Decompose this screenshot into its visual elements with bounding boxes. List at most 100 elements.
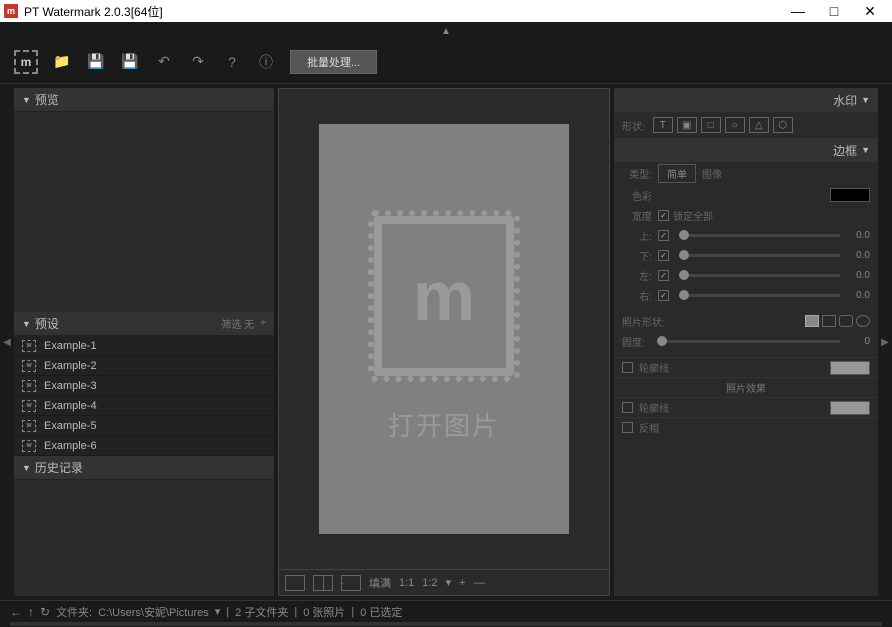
collapse-top-arrow[interactable]: ▲ (0, 22, 892, 40)
view-split-h-icon[interactable] (341, 575, 361, 591)
maximize-button[interactable]: □ (816, 0, 852, 22)
corner-rect-icon[interactable] (805, 315, 819, 327)
save-icon[interactable]: 💾 (86, 52, 106, 72)
slider-thumb[interactable] (679, 290, 689, 300)
zoom-out-icon[interactable]: — (474, 577, 485, 589)
shape-image-icon[interactable]: ▣ (677, 117, 697, 133)
corner-square-icon[interactable] (822, 315, 836, 327)
help-icon[interactable]: ? (222, 52, 242, 72)
open-folder-icon[interactable]: 📁 (52, 52, 72, 72)
stamp-icon: m (374, 216, 514, 376)
statusbar: ← ↑ ↻ 文件夹: C:\Users\安妮\Pictures ▾ | 2 子文… (0, 600, 892, 622)
preview-header[interactable]: ▼ 预览 (14, 88, 274, 112)
nav-back-icon[interactable]: ← (10, 605, 22, 619)
bottom-scrollbar[interactable] (10, 622, 882, 626)
blur-color[interactable] (830, 401, 870, 415)
invert-checkbox[interactable] (622, 422, 633, 433)
right-panel: 水印 ▼ 形状: T ▣ □ ○ △ ⬡ 边框 ▼ 类型: 简单 图像 色彩 (614, 88, 878, 596)
watermark-label: 水印 (833, 92, 857, 109)
slider-thumb[interactable] (657, 336, 667, 346)
shape-triangle-icon[interactable]: △ (749, 117, 769, 133)
zoom-in-icon[interactable]: + (459, 577, 465, 589)
bottom-row: 下: 0.0 (614, 245, 878, 265)
preset-item[interactable]: wExample-3 (14, 376, 274, 396)
minimize-button[interactable]: — (780, 0, 816, 22)
collapse-right-arrow[interactable]: ▶ (878, 84, 892, 600)
lock-label: 锁定全部 (673, 208, 713, 223)
outline-color[interactable] (830, 361, 870, 375)
path-dropdown-icon[interactable]: ▾ (215, 605, 221, 618)
preset-item[interactable]: wExample-5 (14, 416, 274, 436)
add-preset-icon[interactable]: + (260, 318, 266, 329)
redo-icon[interactable]: ↷ (188, 52, 208, 72)
corner-round-icon[interactable] (839, 315, 853, 327)
blur-row: 轮廓线 (614, 397, 878, 417)
preset-item[interactable]: wExample-4 (14, 396, 274, 416)
undo-icon[interactable]: ↶ (154, 52, 174, 72)
titlebar: m PT Watermark 2.0.3[64位] — □ ✕ (0, 0, 892, 22)
shape-text-icon[interactable]: T (653, 117, 673, 133)
info-icon[interactable]: ⓘ (256, 52, 276, 72)
type-simple-button[interactable]: 简单 (658, 164, 696, 183)
bottom-slider[interactable] (679, 254, 840, 257)
border-header[interactable]: 边框 ▼ (614, 138, 878, 162)
width-row: 宽度 锁定全部 (614, 205, 878, 225)
collapse-left-arrow[interactable]: ◀ (0, 84, 14, 600)
nav-up-icon[interactable]: ↑ (28, 605, 34, 619)
folder-path[interactable]: C:\Users\安妮\Pictures (98, 604, 209, 620)
shape-hex-icon[interactable]: ⬡ (773, 117, 793, 133)
view-single-icon[interactable] (285, 575, 305, 591)
shape-rect-icon[interactable]: □ (701, 117, 721, 133)
zoom-1-2[interactable]: 1:2 (422, 577, 437, 589)
presets-filter[interactable]: 筛选 无 (221, 316, 254, 331)
left-value: 0.0 (846, 270, 870, 281)
right-label: 右: (622, 288, 652, 303)
chevron-down-icon: ▼ (861, 95, 870, 105)
preset-item[interactable]: wExample-6 (14, 436, 274, 456)
blur-checkbox[interactable] (622, 402, 633, 413)
right-checkbox[interactable] (658, 290, 669, 301)
chevron-down-icon: ▼ (22, 463, 31, 473)
close-button[interactable]: ✕ (852, 0, 888, 22)
presets-label: 预设 (35, 315, 59, 332)
left-checkbox[interactable] (658, 270, 669, 281)
view-split-v-icon[interactable] (313, 575, 333, 591)
lock-checkbox[interactable] (658, 210, 669, 221)
type-image-button[interactable]: 图像 (702, 166, 722, 181)
shape-circle-icon[interactable]: ○ (725, 117, 745, 133)
presets-header[interactable]: ▼ 预设 筛选 无 + (14, 312, 274, 336)
color-swatch[interactable] (830, 188, 870, 202)
left-slider[interactable] (679, 274, 840, 277)
right-slider[interactable] (679, 294, 840, 297)
top-slider[interactable] (679, 234, 840, 237)
left-label: 左: (622, 268, 652, 283)
watermark-header[interactable]: 水印 ▼ (614, 88, 878, 112)
slider-thumb[interactable] (679, 230, 689, 240)
preset-item[interactable]: wExample-1 (14, 336, 274, 356)
save-as-icon[interactable]: 💾 (120, 52, 140, 72)
batch-button[interactable]: 批量处理... (290, 50, 377, 74)
type-label: 类型: (622, 166, 652, 181)
top-checkbox[interactable] (658, 230, 669, 241)
open-image-placeholder[interactable]: m 打开图片 (319, 124, 569, 534)
outline-checkbox[interactable] (622, 362, 633, 373)
preset-icon: w (22, 340, 36, 352)
zoom-1-1[interactable]: 1:1 (399, 577, 414, 589)
type-row: 类型: 简单 图像 (614, 162, 878, 185)
roundness-slider[interactable] (657, 340, 840, 343)
slider-thumb[interactable] (679, 250, 689, 260)
zoom-dropdown-icon[interactable]: ▾ (446, 576, 452, 589)
history-header[interactable]: ▼ 历史记录 (14, 456, 274, 480)
corner-circle-icon[interactable] (856, 315, 870, 327)
invert-label: 反相 (639, 420, 659, 435)
fit-label[interactable]: 填满 (369, 575, 391, 591)
preset-item[interactable]: wExample-2 (14, 356, 274, 376)
shape-label: 形状: (622, 118, 645, 133)
bottom-checkbox[interactable] (658, 250, 669, 261)
logo-icon: m (14, 50, 38, 74)
refresh-icon[interactable]: ↻ (40, 605, 50, 619)
preset-icon: w (22, 400, 36, 412)
app-icon: m (4, 4, 18, 18)
slider-thumb[interactable] (679, 270, 689, 280)
window-title: PT Watermark 2.0.3[64位] (24, 3, 163, 20)
